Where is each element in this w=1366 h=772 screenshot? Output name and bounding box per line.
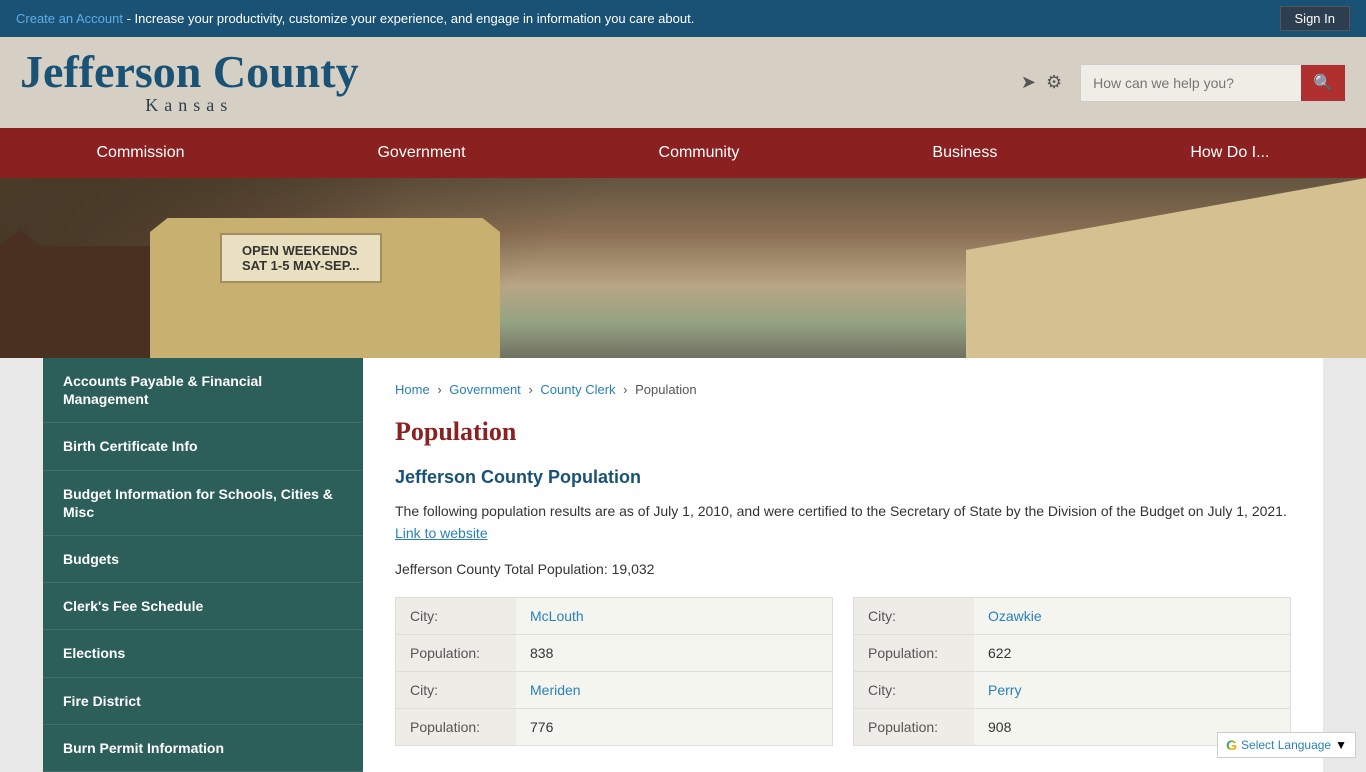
city-link-ozawkie[interactable]: Ozawkie [988,608,1042,624]
breadcrumb-county-clerk[interactable]: County Clerk [540,382,615,397]
total-population: Jefferson County Total Population: 19,03… [395,561,1291,577]
city-label-2: City: [396,672,516,708]
city-link-mclouth[interactable]: McLouth [530,608,584,624]
city-link-meriden[interactable]: Meriden [530,682,581,698]
sign-in-button[interactable]: Sign In [1280,6,1350,31]
nav-how-do-i[interactable]: How Do I... [1160,128,1299,178]
pop-value-meriden: 776 [516,709,832,745]
city-label-3: City: [854,598,974,634]
hero-sign: OPEN WEEKENDS SAT 1-5 MAY-SEP... [220,233,382,283]
city-value-ozawkie: Ozawkie [974,598,1290,634]
sidebar-item-budgets[interactable]: Budgets [43,536,363,583]
description-text: The following population results are as … [395,503,1287,519]
logo: Jefferson County Kansas [20,49,359,116]
main-nav: Commission Government Community Business… [0,128,1366,178]
city-value-meriden: Meriden [516,672,832,708]
population-tables: City: McLouth Population: 838 City: Meri… [395,597,1291,746]
create-account-link[interactable]: Create an Account [16,11,123,26]
pop-value-ozawkie: 622 [974,635,1290,671]
pop-label-3: Population: [854,635,974,671]
table-row: City: Ozawkie [854,598,1290,635]
breadcrumb-government[interactable]: Government [449,382,521,397]
header: Jefferson County Kansas ➤ ⚙ 🔍 [0,37,1366,128]
city-label-1: City: [396,598,516,634]
top-bar-message: Create an Account - Increase your produc… [16,11,694,26]
nav-business[interactable]: Business [902,128,1027,178]
table-row: Population: 776 [396,709,832,745]
breadcrumb-sep3: › [623,382,631,397]
search-button[interactable]: 🔍 [1301,65,1345,101]
nav-commission[interactable]: Commission [66,128,214,178]
logo-subtitle: Kansas [20,95,359,116]
pop-table-right: City: Ozawkie Population: 622 City: Perr… [853,597,1291,746]
sidebar: Accounts Payable & Financial Management … [43,358,363,772]
logo-title: Jefferson County [20,49,359,95]
sign-line1: OPEN WEEKENDS [242,243,360,258]
nav-community[interactable]: Community [629,128,770,178]
pop-label-4: Population: [854,709,974,745]
breadcrumb-home[interactable]: Home [395,382,430,397]
top-bar-text: - Increase your productivity, customize … [123,11,694,26]
top-bar: Create an Account - Increase your produc… [0,0,1366,37]
pop-label-1: Population: [396,635,516,671]
main-content: Home › Government › County Clerk › Popul… [363,358,1323,772]
breadcrumb: Home › Government › County Clerk › Popul… [395,382,1291,397]
city-value-mclouth: McLouth [516,598,832,634]
search-input[interactable] [1081,67,1301,99]
nav-government[interactable]: Government [347,128,495,178]
google-g-icon: G [1226,737,1237,753]
city-link-perry[interactable]: Perry [988,682,1021,698]
pop-label-2: Population: [396,709,516,745]
city-label-4: City: [854,672,974,708]
table-row: Population: 622 [854,635,1290,672]
table-row: City: Meriden [396,672,832,709]
sidebar-item-fire-district[interactable]: Fire District [43,678,363,725]
description: The following population results are as … [395,500,1291,545]
header-icons: ➤ ⚙ [1021,72,1062,93]
hero-image: OPEN WEEKENDS SAT 1-5 MAY-SEP... [0,178,1366,358]
table-row: Population: 838 [396,635,832,672]
page-title: Population [395,417,1291,447]
search-box: 🔍 [1080,64,1346,102]
table-row: City: Perry [854,672,1290,709]
pop-value-mclouth: 838 [516,635,832,671]
sign-line2: SAT 1-5 MAY-SEP... [242,258,360,273]
header-right: ➤ ⚙ 🔍 [1021,64,1346,102]
pop-table-left: City: McLouth Population: 838 City: Meri… [395,597,833,746]
sidebar-item-burn-permit[interactable]: Burn Permit Information [43,725,363,772]
link-to-website[interactable]: Link to website [395,525,488,541]
share-icon[interactable]: ➤ [1021,72,1036,93]
table-row: City: McLouth [396,598,832,635]
select-language-link[interactable]: Select Language [1241,738,1331,752]
city-value-perry: Perry [974,672,1290,708]
breadcrumb-sep1: › [437,382,445,397]
dropdown-arrow-icon: ▼ [1335,738,1347,752]
select-language[interactable]: G Select Language ▼ [1217,732,1356,758]
sidebar-item-clerks-fee[interactable]: Clerk's Fee Schedule [43,583,363,630]
breadcrumb-current: Population [635,382,696,397]
sidebar-item-birth-certificate[interactable]: Birth Certificate Info [43,423,363,470]
sidebar-item-budget-info[interactable]: Budget Information for Schools, Cities &… [43,471,363,536]
section-title: Jefferson County Population [395,467,1291,488]
breadcrumb-sep2: › [528,382,536,397]
sidebar-item-elections[interactable]: Elections [43,630,363,677]
gear-icon[interactable]: ⚙ [1046,72,1062,93]
sidebar-item-accounts-payable[interactable]: Accounts Payable & Financial Management [43,358,363,423]
content-wrapper: Accounts Payable & Financial Management … [43,358,1323,772]
